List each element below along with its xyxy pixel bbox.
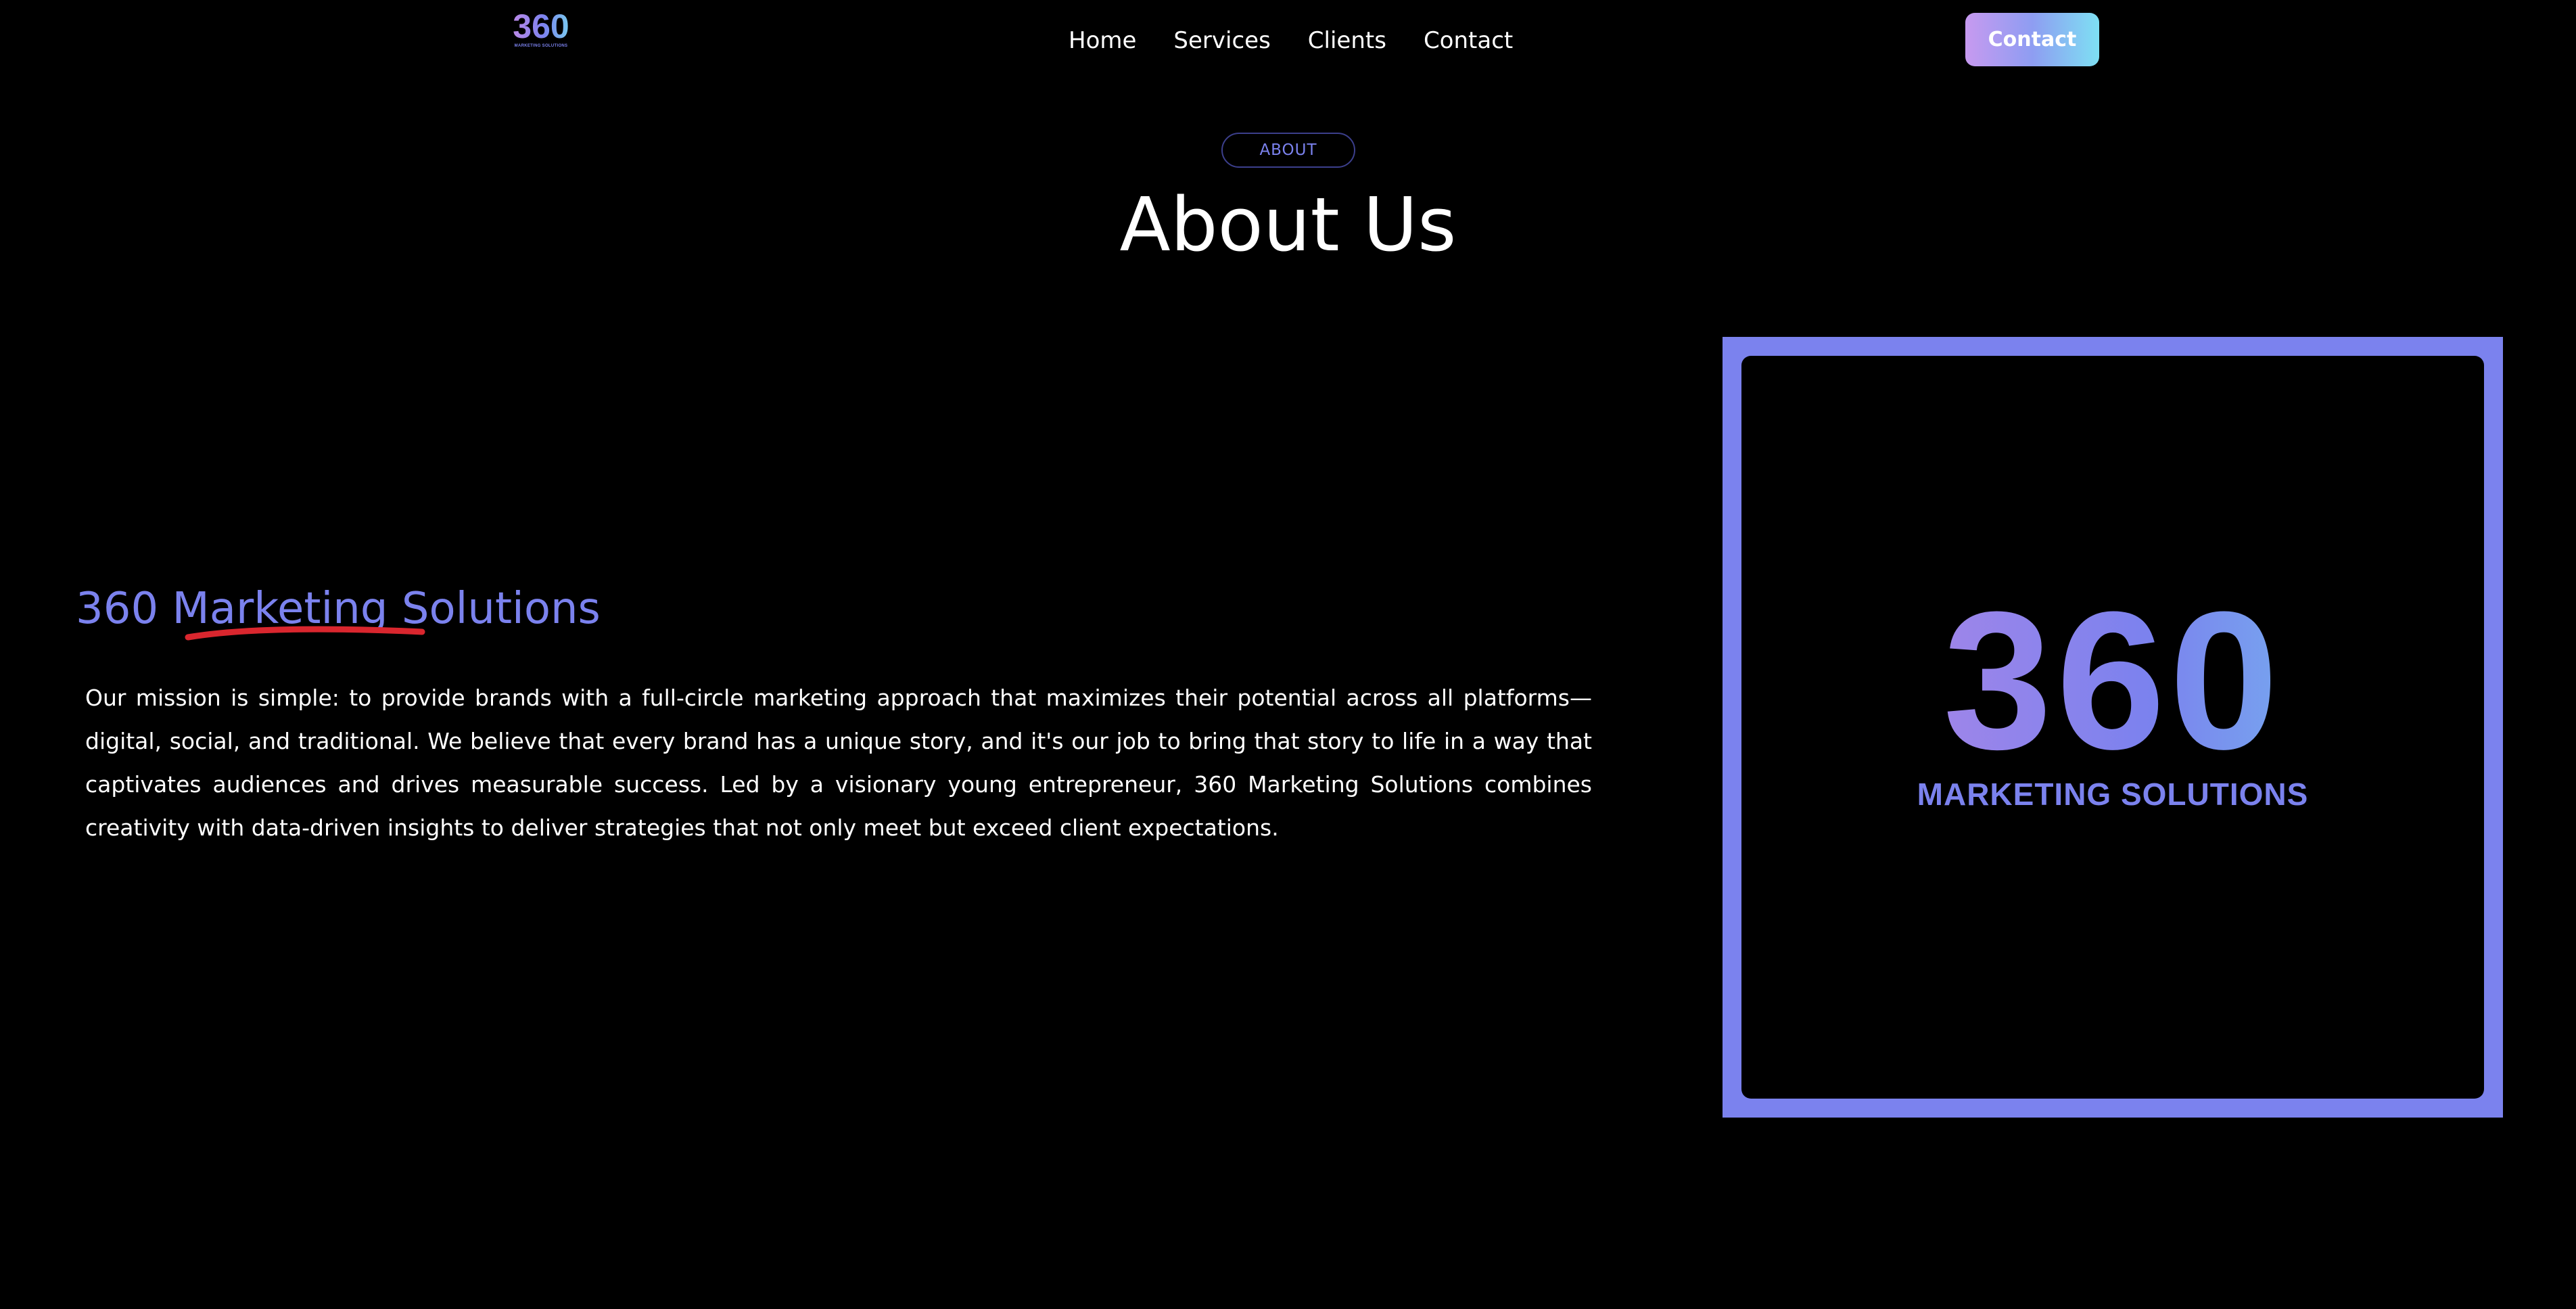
brand-image-number: 360 — [1741, 582, 2484, 779]
brand-image: 360 MARKETING SOLUTIONS — [1741, 356, 2484, 1099]
nav-link-home[interactable]: Home — [1069, 23, 1136, 58]
logo-number: 360 — [509, 9, 573, 43]
brand-image-subtitle: MARKETING SOLUTIONS — [1917, 777, 2309, 812]
logo-subtitle: MARKETING SOLUTIONS — [514, 44, 568, 48]
page-title: About Us — [1119, 181, 1457, 268]
mission-paragraph: Our mission is simple: to provide brands… — [85, 685, 1592, 841]
brand-image-frame: 360 MARKETING SOLUTIONS — [1723, 337, 2503, 1118]
nav-link-services[interactable]: Services — [1173, 23, 1270, 58]
brush-underline — [185, 626, 425, 641]
nav-link-contact[interactable]: Contact — [1424, 23, 1513, 58]
nav-link-clients[interactable]: Clients — [1308, 23, 1386, 58]
site-logo[interactable]: 360 MARKETING SOLUTIONS — [509, 9, 573, 51]
section-badge: ABOUT — [1221, 133, 1355, 168]
contact-button[interactable]: Contact — [1965, 13, 2099, 66]
nav-menu: Home Services Clients Contact — [1069, 23, 1513, 58]
